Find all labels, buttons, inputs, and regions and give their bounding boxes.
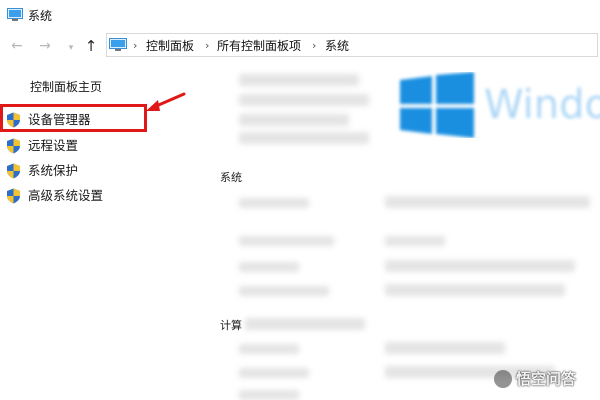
control-panel-home-link[interactable]: 控制面板主页 (30, 80, 102, 94)
sidebar-item-label: 系统保护 (28, 163, 79, 178)
back-arrow-icon[interactable]: ← (10, 38, 24, 54)
control-panel-icon (109, 38, 127, 51)
breadcrumb-all-items[interactable]: 所有控制面板项 (217, 39, 301, 53)
breadcrumb-separator-icon[interactable]: › (133, 40, 137, 52)
sidebar-item-label: 远程设置 (28, 138, 79, 153)
system-window-icon (7, 8, 23, 21)
breadcrumb-separator-icon[interactable]: › (312, 40, 316, 52)
section-label-computer: 计算 (220, 319, 242, 332)
breadcrumb-separator-icon[interactable]: › (205, 40, 209, 52)
highlight-box (0, 104, 147, 132)
section-label-system: 系统 (220, 171, 242, 184)
uac-shield-icon (7, 188, 20, 204)
up-arrow-icon[interactable]: ↑ (84, 38, 98, 54)
recent-locations-chevron-icon[interactable]: ▾ (64, 40, 78, 56)
uac-shield-icon (7, 138, 20, 154)
watermark-text: 悟空问答 (516, 370, 577, 388)
title-bar (0, 0, 600, 32)
svg-text:Windo: Windo (484, 82, 600, 128)
forward-arrow-icon[interactable]: → (38, 38, 52, 54)
window-title: 系统 (28, 9, 53, 23)
breadcrumb-control-panel[interactable]: 控制面板 (146, 39, 194, 53)
uac-shield-icon (7, 163, 20, 179)
watermark: 悟空问答 (494, 368, 592, 390)
windows-logo-icon: Windo (400, 72, 600, 138)
sidebar-item-label: 高级系统设置 (28, 188, 104, 203)
annotation-arrow-icon (146, 92, 186, 111)
watermark-logo-icon (494, 370, 512, 388)
breadcrumb-system[interactable]: 系统 (325, 39, 349, 53)
